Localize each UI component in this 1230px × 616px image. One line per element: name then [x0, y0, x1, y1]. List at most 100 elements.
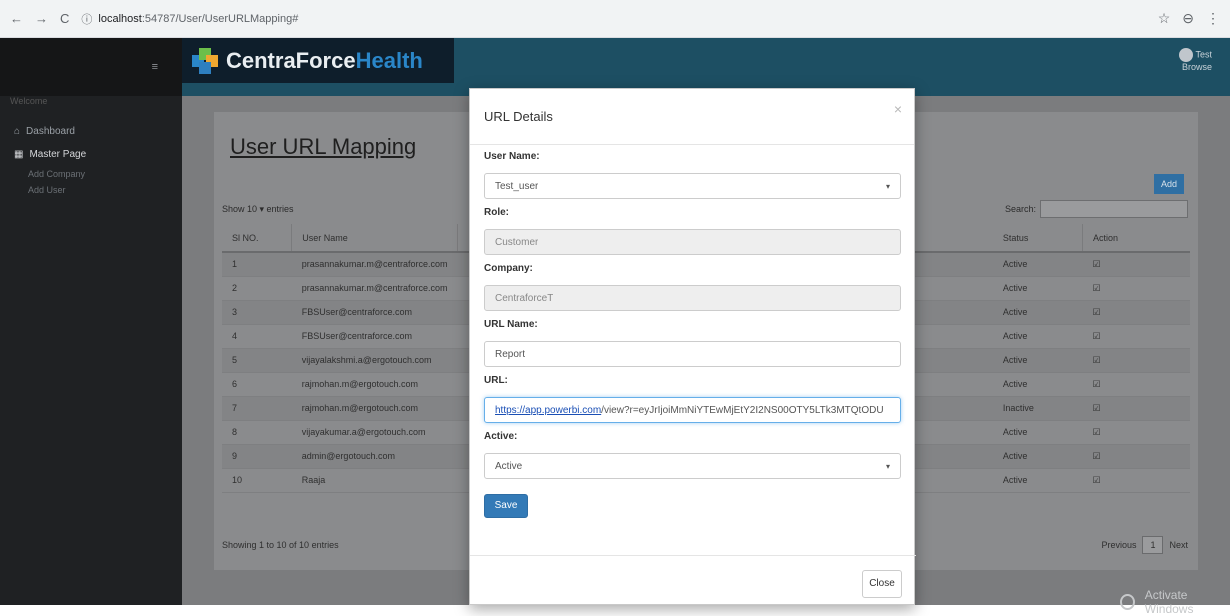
active-field-group: Active: Active ▾: [484, 431, 901, 479]
cell-action-checkbox[interactable]: ☑: [1082, 420, 1190, 445]
role-field-group: Role: Customer: [484, 207, 901, 255]
user-name-field-group: User Name: Test_user ▾: [484, 151, 901, 199]
profile-name: Test: [1195, 49, 1212, 60]
cell-action-checkbox[interactable]: ☑: [1082, 252, 1190, 277]
modal-footer: Close: [470, 555, 916, 606]
close-icon[interactable]: ×: [894, 101, 902, 117]
watermark-text: Activate Windows: [1144, 588, 1194, 616]
cell-action-checkbox[interactable]: ☑: [1082, 372, 1190, 397]
cell-username: vijayakumar.a@ergotouch.com: [291, 420, 458, 445]
brand-logo[interactable]: CentraForceHealth: [182, 38, 454, 83]
col-status[interactable]: Status: [992, 224, 1084, 253]
cell-action-checkbox[interactable]: ☑: [1082, 300, 1190, 325]
sidebar: ≡ Welcome ⌂ Dashboard ▦ Master Page Add …: [0, 38, 182, 605]
cell-slno: 10: [222, 468, 292, 493]
company-field-group: Company: CentraforceT: [484, 263, 901, 311]
cell-status: Active: [992, 348, 1083, 373]
url-input[interactable]: https://app.powerbi.com/view?r=eyJrIjoiM…: [484, 397, 901, 423]
address-bar[interactable]: ⓘ localhost :54787/User/UserURLMapping#: [81, 6, 1157, 32]
windows-icon: [1120, 594, 1135, 610]
cell-slno: 8: [222, 420, 292, 445]
cell-action-checkbox[interactable]: ☑: [1082, 276, 1190, 301]
cell-action-checkbox[interactable]: ☑: [1082, 396, 1190, 421]
reload-icon[interactable]: C: [60, 11, 69, 26]
url-host: localhost: [98, 12, 142, 25]
company-value: CentraforceT: [495, 292, 554, 304]
pager-previous[interactable]: Previous: [1101, 540, 1136, 550]
sidebar-header: ≡: [0, 38, 182, 96]
sidebar-user-line: Welcome: [10, 96, 48, 106]
url-details-modal: URL Details × User Name: Test_user ▾ Rol…: [469, 88, 916, 606]
pagination: Previous 1 Next: [1101, 536, 1188, 554]
sidebar-item-label: Dashboard: [26, 126, 75, 137]
url-name-input[interactable]: Report: [484, 341, 901, 367]
cell-slno: 3: [222, 300, 292, 325]
forward-icon[interactable]: →: [35, 11, 48, 26]
pager-next[interactable]: Next: [1169, 540, 1188, 550]
sidebar-subitem-add-company[interactable]: Add Company: [0, 166, 182, 182]
col-action[interactable]: Action: [1082, 224, 1190, 253]
cell-status: Active: [992, 372, 1083, 397]
url-link: https://app.powerbi.com: [495, 404, 602, 416]
cell-status: Active: [992, 276, 1083, 301]
search-input[interactable]: [1040, 200, 1188, 218]
profile-sub: Browse: [1181, 62, 1212, 72]
url-field-group: URL: https://app.powerbi.com/view?r=eyJr…: [484, 375, 901, 423]
brand-name: CentraForceHealth: [226, 47, 423, 73]
back-icon[interactable]: ←: [10, 11, 23, 26]
role-value: Customer: [495, 236, 539, 248]
add-button[interactable]: Add: [1154, 174, 1184, 194]
company-label: Company:: [484, 263, 533, 274]
grid-icon: ▦: [14, 149, 24, 160]
avatar-icon: [1179, 48, 1194, 62]
cell-action-checkbox[interactable]: ☑: [1082, 348, 1190, 373]
role-field: Customer: [484, 229, 901, 255]
sidebar-item-master-page[interactable]: ▦ Master Page: [0, 143, 182, 166]
cell-username: vijayalakshmi.a@ergotouch.com: [291, 348, 458, 373]
cell-username: prasannakumar.m@centraforce.com: [291, 252, 458, 277]
show-entries-select[interactable]: Show 10 ▾ entries: [222, 204, 294, 215]
user-name-select[interactable]: Test_user ▾: [484, 173, 901, 199]
url-rest: /view?r=eyJrIjoiMmNiYTEwMjEtY2I2NS00OTY5…: [601, 404, 884, 416]
user-name-value: Test_user: [495, 180, 539, 192]
account-icon[interactable]: ⊖: [1182, 10, 1194, 27]
cell-status: Inactive: [992, 396, 1083, 421]
url-label: URL:: [484, 375, 508, 386]
logo-mark-icon: [192, 47, 218, 74]
cell-action-checkbox[interactable]: ☑: [1082, 324, 1190, 349]
sidebar-subitem-add-user[interactable]: Add User: [0, 182, 182, 198]
close-button[interactable]: Close: [862, 570, 902, 598]
user-name-label: User Name:: [484, 151, 540, 162]
home-icon: ⌂: [14, 126, 21, 137]
hamburger-icon[interactable]: ≡: [152, 61, 158, 73]
cell-status: Active: [992, 300, 1083, 325]
user-profile[interactable]: Test Browse: [1179, 48, 1212, 72]
cell-slno: 4: [222, 324, 292, 349]
star-icon[interactable]: ☆: [1158, 10, 1171, 27]
cell-status: Active: [992, 468, 1083, 493]
cell-action-checkbox[interactable]: ☑: [1082, 444, 1190, 469]
url-path: :54787/User/UserURLMapping#: [141, 12, 299, 25]
url-name-label: URL Name:: [484, 319, 538, 330]
menu-icon[interactable]: ⋮: [1206, 10, 1220, 27]
cell-action-checkbox[interactable]: ☑: [1082, 468, 1190, 493]
col-slno[interactable]: Sl NO.: [222, 224, 293, 253]
sidebar-item-label: Master Page: [29, 149, 87, 160]
sidebar-item-dashboard[interactable]: ⌂ Dashboard: [0, 120, 182, 143]
table-info: Showing 1 to 10 of 10 entries: [222, 540, 339, 550]
info-icon[interactable]: ⓘ: [81, 11, 92, 27]
pager-current[interactable]: 1: [1142, 536, 1164, 554]
active-value: Active: [495, 460, 523, 472]
cell-username: prasannakumar.m@centraforce.com: [291, 276, 458, 301]
url-value: https://app.powerbi.com/view?r=eyJrIjoiM…: [495, 405, 884, 416]
cell-username: admin@ergotouch.com: [291, 444, 458, 469]
cell-username: rajmohan.m@ergotouch.com: [291, 396, 458, 421]
url-name-field-group: URL Name: Report: [484, 319, 901, 367]
col-username[interactable]: User Name: [291, 224, 458, 253]
cell-username: FBSUser@centraforce.com: [291, 324, 458, 349]
cell-status: Active: [992, 420, 1083, 445]
save-button[interactable]: Save: [484, 494, 528, 518]
active-select[interactable]: Active ▾: [484, 453, 901, 479]
cell-slno: 2: [222, 276, 292, 301]
browser-toolbar: ← → C ⓘ localhost :54787/User/UserURLMap…: [0, 0, 1230, 38]
